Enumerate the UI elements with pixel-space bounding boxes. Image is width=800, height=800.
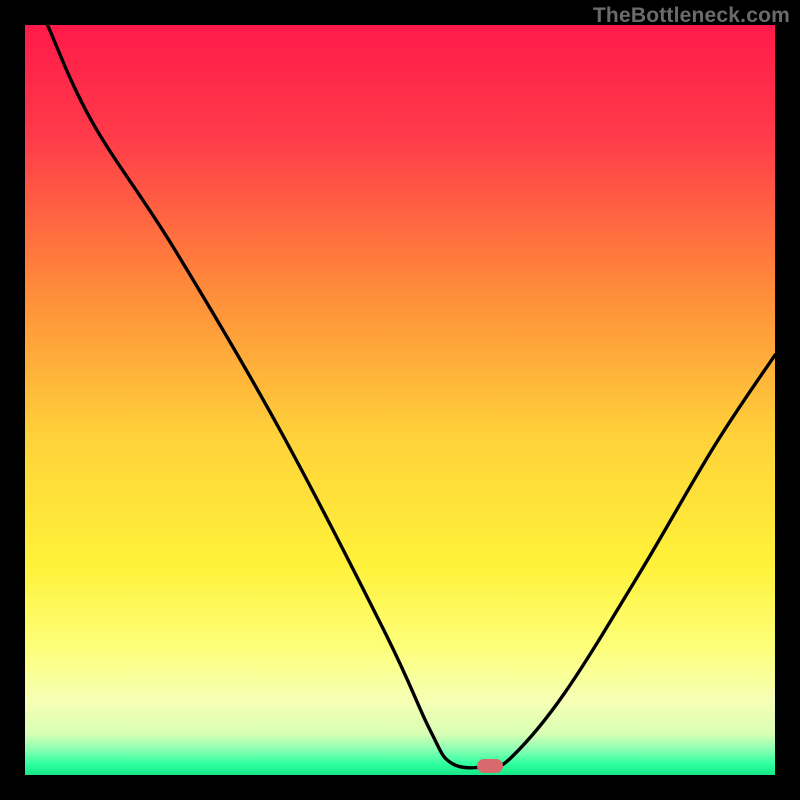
optimal-point-marker (477, 759, 503, 773)
chart-frame: TheBottleneck.com (0, 0, 800, 800)
background-gradient (25, 25, 775, 775)
attribution-label: TheBottleneck.com (593, 4, 790, 28)
plot-area (25, 25, 775, 775)
